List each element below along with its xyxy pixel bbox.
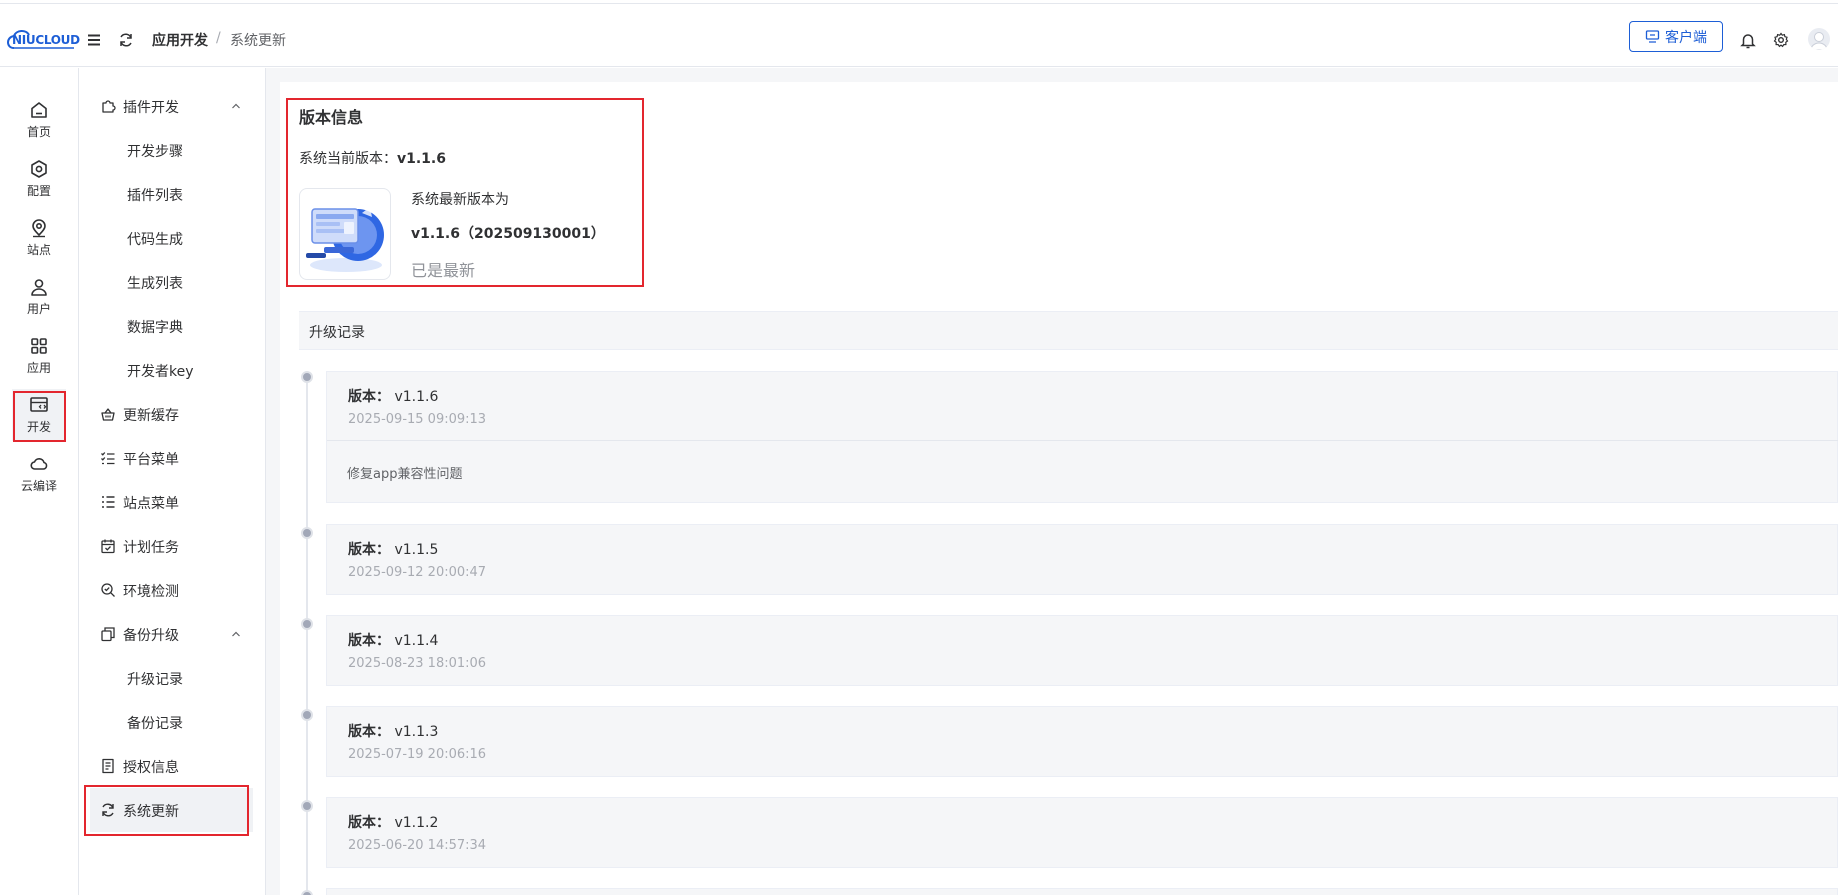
menu-update-cache[interactable]: 更新缓存	[79, 392, 266, 436]
chevron-up-icon	[229, 627, 243, 641]
breadcrumb-parent[interactable]: 应用开发	[152, 30, 208, 50]
menu-backup-records[interactable]: 备份记录	[79, 700, 266, 744]
timeline-dot	[301, 618, 313, 630]
menu-plugin-dev[interactable]: 插件开发	[79, 84, 266, 128]
menu-system-update[interactable]: 系统更新	[90, 788, 253, 832]
menu-plugin-list[interactable]: 插件列表	[79, 172, 266, 216]
upgrade-record: 版本： v1.1.4 2025-08-23 18:01:06	[326, 615, 1838, 686]
record-version: v1.1.3	[394, 724, 439, 740]
menu-license-info[interactable]: 授权信息	[79, 744, 266, 788]
record-time: 2025-09-15 09:09:13	[348, 412, 487, 427]
record-version: v1.1.5	[394, 542, 439, 558]
record-description: 修复app兼容性问题	[347, 467, 463, 482]
menu-scheduled-tasks[interactable]: 计划任务	[79, 524, 266, 568]
menu-platform-menu[interactable]: 平台菜单	[79, 436, 266, 480]
home-icon	[31, 102, 47, 118]
timeline-dot	[301, 371, 313, 383]
list-tree-icon	[100, 494, 116, 510]
rail-item-cloud-build[interactable]: 云编译	[12, 448, 66, 500]
timeline-dot	[301, 527, 313, 539]
record-version: v1.1.4	[394, 633, 439, 649]
menu-code-gen[interactable]: 代码生成	[79, 216, 266, 260]
latest-version-label: 系统最新版本为	[411, 192, 509, 208]
version-illustration	[299, 188, 391, 280]
record-version: v1.1.2	[394, 815, 439, 831]
record-time: 2025-07-19 20:06:16	[348, 747, 487, 762]
apps-grid-icon	[31, 338, 47, 354]
client-button-label: 客户端	[1665, 29, 1707, 46]
version-info-title: 版本信息	[299, 108, 364, 127]
calendar-check-icon	[100, 538, 116, 554]
upgrade-record: 版本： v1.1.2 2025-06-20 14:57:34	[326, 797, 1838, 868]
user-icon	[31, 279, 47, 296]
menu-gen-list[interactable]: 生成列表	[79, 260, 266, 304]
bell-icon[interactable]	[1739, 31, 1757, 49]
breadcrumb-separator: /	[216, 30, 221, 46]
primary-nav-rail: 首页 配置 站点 用户 应用 开发 云编译	[0, 68, 79, 895]
timeline-dot	[301, 890, 313, 895]
timeline-dot	[301, 800, 313, 812]
search-check-icon	[100, 582, 116, 598]
refresh-icon[interactable]	[117, 31, 135, 49]
avatar[interactable]	[1808, 28, 1830, 50]
record-divider	[327, 440, 1838, 441]
breadcrumb-current: 系统更新	[230, 33, 286, 49]
niucloud-logo[interactable]: NIUCLOUD	[4, 28, 80, 50]
chevron-up-icon	[229, 99, 243, 113]
rail-item-home[interactable]: 首页	[12, 94, 66, 146]
cloud-icon	[30, 458, 48, 470]
settings-hex-icon	[31, 160, 47, 178]
menu-toggle-icon[interactable]	[85, 31, 103, 49]
current-version: 系统当前版本：v1.1.6	[299, 151, 446, 167]
upgrade-record: 版本： v1.1.5 2025-09-12 20:00:47	[326, 524, 1838, 595]
dev-icon	[30, 397, 48, 412]
upgrade-record: 版本： v1.1.3 2025-07-19 20:06:16	[326, 706, 1838, 777]
rail-item-config[interactable]: 配置	[12, 153, 66, 205]
gear-icon[interactable]	[1772, 31, 1790, 49]
monitor-icon	[1645, 30, 1660, 43]
menu-dev-steps[interactable]: 开发步骤	[79, 128, 266, 172]
latest-version-value: v1.1.6（202509130001）	[411, 226, 605, 242]
location-icon	[32, 219, 46, 238]
timeline-line	[306, 378, 308, 895]
upgrade-record: 版本： v1.1.6 2025-09-15 09:09:13 修复app兼容性问…	[326, 371, 1838, 503]
timeline-dot	[301, 709, 313, 721]
upgrade-log-header: 升级记录	[299, 311, 1838, 350]
plugin-icon	[100, 98, 116, 114]
menu-env-check[interactable]: 环境检测	[79, 568, 266, 612]
rail-item-user[interactable]: 用户	[12, 271, 66, 323]
record-time: 2025-09-12 20:00:47	[348, 565, 487, 580]
record-time: 2025-08-23 18:01:06	[348, 656, 487, 671]
record-time: 2025-06-20 14:57:34	[348, 838, 487, 853]
rail-item-apps[interactable]: 应用	[12, 330, 66, 382]
logo-text: NIUCLOUD	[12, 33, 80, 47]
document-icon	[100, 758, 116, 774]
top-header: NIUCLOUD 应用开发 / 系统更新 客户端	[0, 4, 1838, 67]
menu-data-dict[interactable]: 数据字典	[79, 304, 266, 348]
secondary-menu: 插件开发 开发步骤 插件列表 代码生成 生成列表 数据字典 开发者key 更新缓…	[79, 68, 266, 895]
basket-icon	[100, 406, 116, 422]
menu-site-menu[interactable]: 站点菜单	[79, 480, 266, 524]
up-to-date-status: 已是最新	[411, 261, 476, 280]
menu-backup-upgrade[interactable]: 备份升级	[79, 612, 266, 656]
rail-item-dev[interactable]: 开发	[12, 389, 66, 441]
checklist-icon	[100, 450, 116, 466]
sync-icon	[100, 802, 116, 818]
copy-icon	[100, 626, 116, 642]
menu-upgrade-records[interactable]: 升级记录	[79, 656, 266, 700]
menu-dev-key[interactable]: 开发者key	[79, 348, 266, 392]
record-version: v1.1.6	[394, 389, 439, 405]
rail-item-site[interactable]: 站点	[12, 212, 66, 264]
current-version-value: v1.1.6	[397, 151, 446, 167]
upgrade-record-partial	[326, 888, 1838, 895]
client-button[interactable]: 客户端	[1629, 21, 1723, 52]
